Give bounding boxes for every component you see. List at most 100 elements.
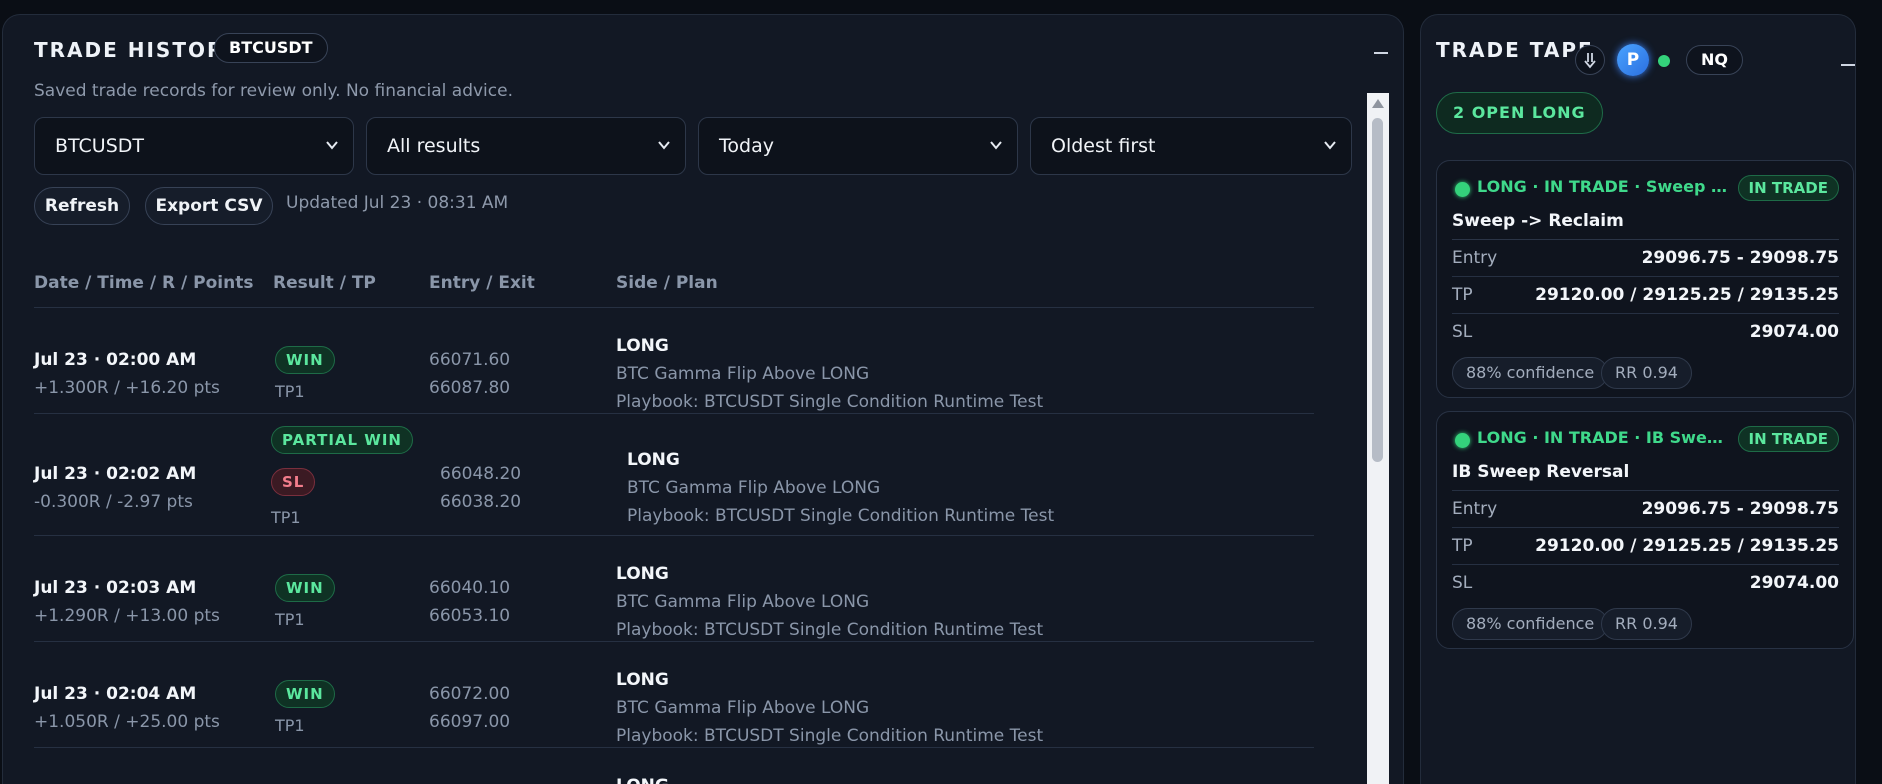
tp-label: TP (1452, 536, 1473, 556)
last-updated: Updated Jul 23 · 08:31 AM (286, 193, 509, 213)
tp-row: TP 29120.00 / 29125.25 / 29135.25 (1452, 276, 1839, 313)
symbol-select-value: BTCUSDT (55, 135, 144, 157)
trade-r-points: +1.290R / +13.00 pts (34, 606, 220, 626)
open-positions-chip[interactable]: 2 OPEN LONG (1436, 92, 1603, 134)
trade-history-panel: TRADE HISTORY BTCUSDT Saved trade record… (2, 14, 1404, 784)
exit-price: 66038.20 (440, 492, 522, 512)
entry-row: Entry 29096.75 - 29098.75 (1452, 490, 1839, 527)
history-disclaimer: Saved trade records for review only. No … (34, 81, 513, 101)
confidence-pill: 88% confidence (1452, 608, 1609, 640)
sl-row: SL 29074.00 (1452, 564, 1839, 601)
date-range-value: Today (719, 135, 774, 157)
trade-card[interactable]: LONG · IN TRADE · Sweep Star... IN TRADE… (1436, 160, 1854, 398)
history-table-header: Date / Time / R / Points Result / TP Ent… (34, 273, 1314, 309)
trade-card-headline: LONG · IN TRADE · IB Sweep &... (1477, 428, 1733, 447)
trade-tape-title: TRADE TAPE (1436, 38, 1594, 62)
date-range-select[interactable]: Today (698, 117, 1018, 175)
result-badge: PARTIAL WIN (271, 426, 413, 454)
entry-price: 66071.60 (429, 350, 511, 370)
refresh-button[interactable]: Refresh (34, 187, 130, 225)
tp-label: TP (1452, 285, 1473, 305)
table-row[interactable]: Jul 23 · 02:04 AM +1.050R / +25.00 pts W… (34, 642, 1314, 748)
signal-name: BTC Gamma Flip Above LONG (616, 592, 870, 612)
table-row[interactable]: Jul 23 · 02:00 AM +1.300R / +16.20 pts W… (34, 308, 1314, 414)
chevron-down-icon (658, 141, 670, 150)
result-filter-select[interactable]: All results (366, 117, 686, 175)
tape-symbol-chip[interactable]: NQ (1686, 45, 1743, 75)
trade-card-headline: LONG · IN TRADE · Sweep Star... (1477, 177, 1733, 196)
col-side-plan: Side / Plan (616, 273, 718, 293)
trade-tape-header: TRADE TAPE P NQ (1421, 15, 1855, 77)
minimize-icon[interactable] (1372, 41, 1390, 61)
sl-label: SL (1452, 573, 1473, 593)
symbol-chip[interactable]: BTCUSDT (214, 33, 328, 63)
export-csv-button[interactable]: Export CSV (145, 187, 273, 225)
sl-value: 29074.00 (1749, 322, 1839, 342)
trade-datetime: Jul 23 · 02:04 AM (34, 684, 197, 704)
tp-value: 29120.00 / 29125.25 / 29135.25 (1535, 536, 1839, 556)
tp-value: 29120.00 / 29125.25 / 29135.25 (1535, 285, 1839, 305)
minimize-icon[interactable] (1839, 53, 1855, 73)
signal-name: BTC Gamma Flip Above LONG (616, 364, 870, 384)
entry-row: Entry 29096.75 - 29098.75 (1452, 239, 1839, 276)
user-avatar[interactable]: P (1617, 44, 1649, 76)
chevron-down-icon (990, 141, 1002, 150)
tp-label: TP1 (275, 716, 305, 735)
result-badge: WIN (275, 574, 335, 602)
scroll-up-arrow-icon[interactable] (1372, 99, 1384, 108)
signal-name: BTC Gamma Flip Above LONG (616, 698, 870, 718)
table-row[interactable]: LONG (34, 748, 1314, 784)
entry-price: 66048.20 (440, 464, 522, 484)
trade-datetime: Jul 23 · 02:02 AM (34, 464, 197, 484)
exit-price: 66087.80 (429, 378, 511, 398)
entry-value: 29096.75 - 29098.75 (1641, 499, 1839, 519)
table-row[interactable]: Jul 23 · 02:02 AM -0.300R / -2.97 pts PA… (34, 414, 1314, 536)
signal-name: BTC Gamma Flip Above LONG (627, 478, 881, 498)
col-entry-exit: Entry / Exit (429, 273, 535, 293)
tp-row: TP 29120.00 / 29125.25 / 29135.25 (1452, 527, 1839, 564)
trade-datetime: Jul 23 · 02:00 AM (34, 350, 197, 370)
sort-order-value: Oldest first (1051, 135, 1156, 157)
in-trade-badge: IN TRADE (1737, 175, 1839, 201)
trade-side: LONG (616, 776, 669, 784)
trade-r-points: -0.300R / -2.97 pts (34, 492, 193, 512)
sort-order-select[interactable]: Oldest first (1030, 117, 1352, 175)
trade-card[interactable]: LONG · IN TRADE · IB Sweep &... IN TRADE… (1436, 411, 1854, 649)
tp-label: TP1 (275, 610, 305, 629)
tp-label: TP1 (275, 382, 305, 401)
history-scrollbar[interactable] (1367, 93, 1389, 784)
trade-side: LONG (616, 564, 669, 584)
trade-history-header: TRADE HISTORY BTCUSDT (3, 15, 1403, 77)
playbook-name: Playbook: BTCUSDT Single Condition Runti… (616, 392, 1044, 412)
sl-row: SL 29074.00 (1452, 313, 1839, 350)
chevron-down-icon (326, 141, 338, 150)
entry-price: 66040.10 (429, 578, 511, 598)
in-trade-badge: IN TRADE (1737, 426, 1839, 452)
trade-side: LONG (627, 450, 680, 470)
symbol-select[interactable]: BTCUSDT (34, 117, 354, 175)
trade-side: LONG (616, 336, 669, 356)
sl-label: SL (1452, 322, 1473, 342)
trade-tape-panel: TRADE TAPE P NQ 2 OPEN LONG LONG · IN TR… (1420, 14, 1856, 784)
rr-pill: RR 0.94 (1601, 357, 1692, 389)
result-badge: WIN (275, 680, 335, 708)
download-arrow-icon[interactable] (1575, 45, 1605, 75)
trade-card-title: IB Sweep Reversal (1452, 462, 1630, 482)
trade-side: LONG (616, 670, 669, 690)
entry-label: Entry (1452, 499, 1498, 519)
entry-price: 66072.00 (429, 684, 511, 704)
entry-value: 29096.75 - 29098.75 (1641, 248, 1839, 268)
result-badge: WIN (275, 346, 335, 374)
table-row[interactable]: Jul 23 · 02:03 AM +1.290R / +13.00 pts W… (34, 536, 1314, 642)
scrollbar-thumb[interactable] (1372, 118, 1383, 462)
sl-badge: SL (271, 468, 316, 496)
playbook-name: Playbook: BTCUSDT Single Condition Runti… (616, 620, 1044, 640)
sl-value: 29074.00 (1749, 573, 1839, 593)
entry-label: Entry (1452, 248, 1498, 268)
exit-price: 66097.00 (429, 712, 511, 732)
rr-pill: RR 0.94 (1601, 608, 1692, 640)
trade-r-points: +1.050R / +25.00 pts (34, 712, 220, 732)
confidence-pill: 88% confidence (1452, 357, 1609, 389)
live-status-dot (1658, 55, 1670, 67)
exit-price: 66053.10 (429, 606, 511, 626)
